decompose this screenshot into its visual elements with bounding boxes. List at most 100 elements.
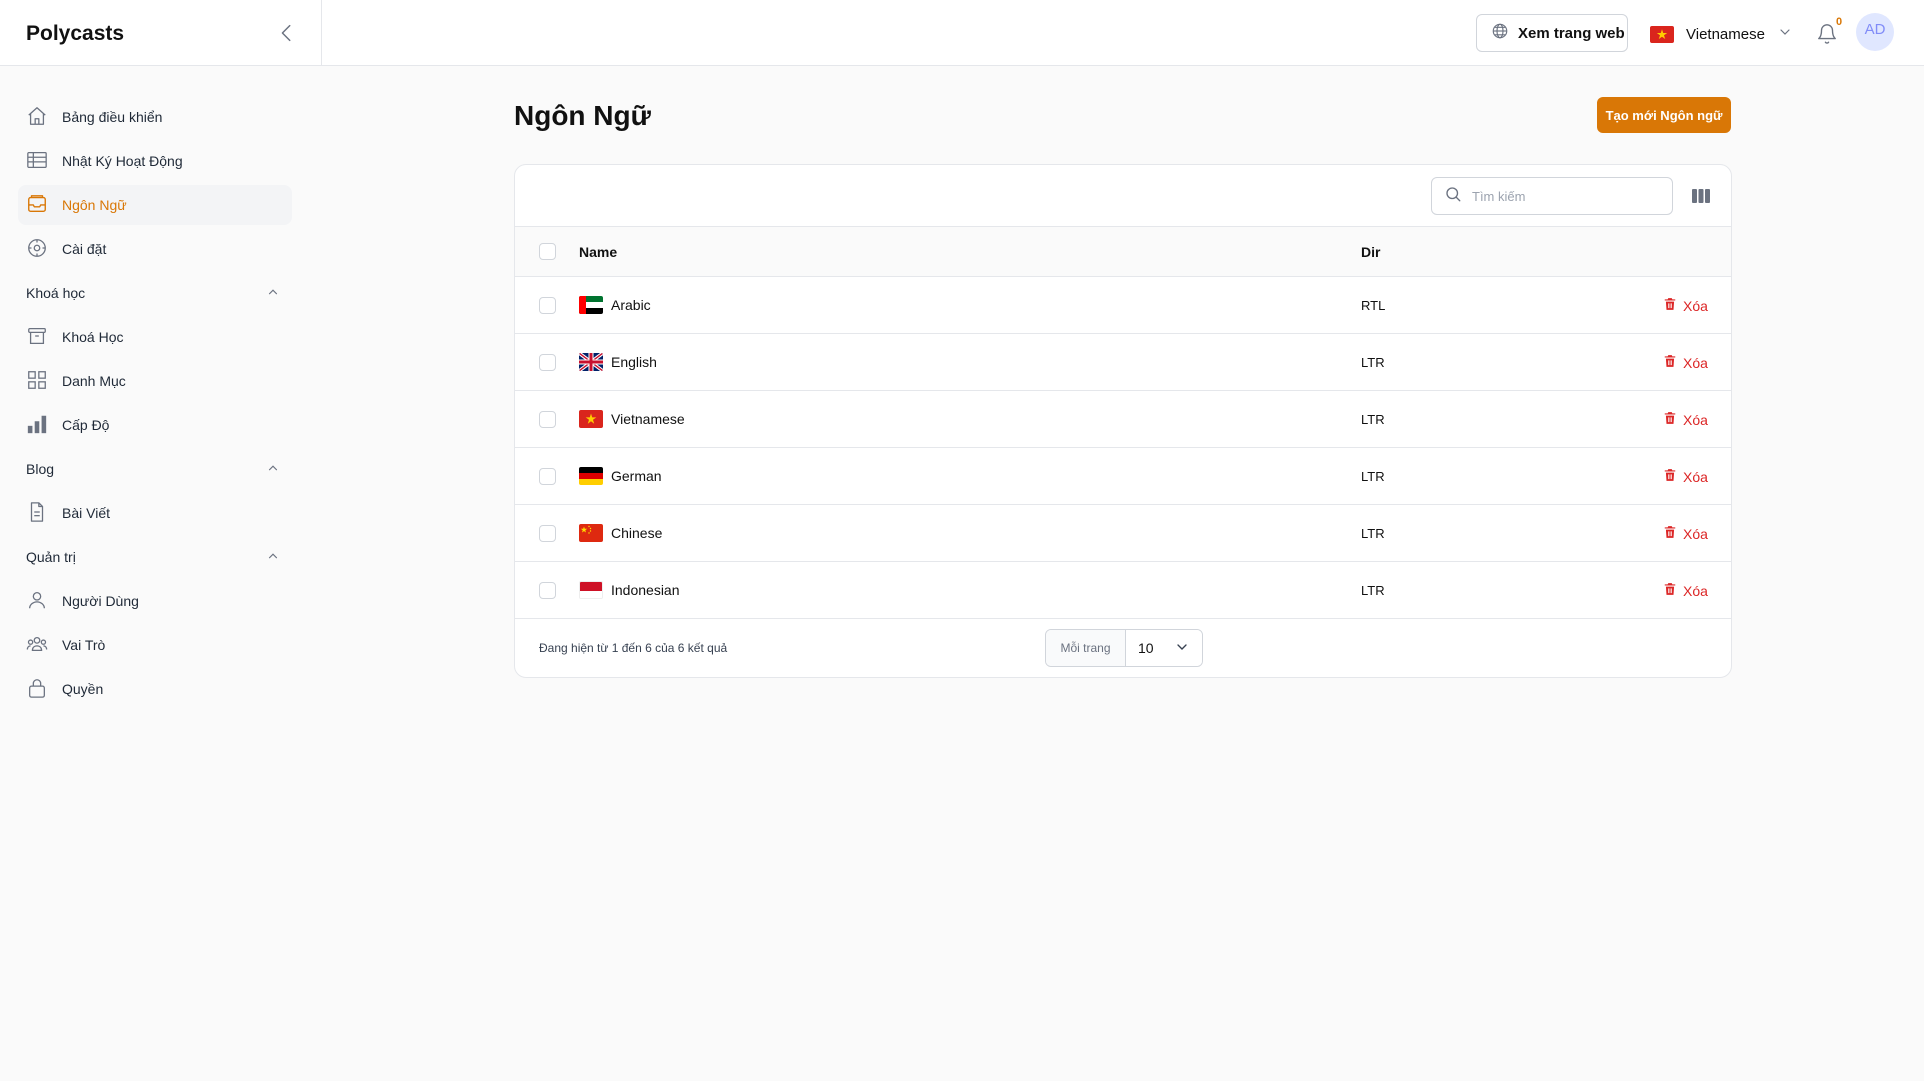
language-name: German <box>611 468 662 484</box>
group-label: Quản trị <box>26 549 76 565</box>
sidebar-item-levels[interactable]: Cấp Độ <box>18 405 292 445</box>
sidebar-item-dashboard[interactable]: Bảng điều khiển <box>18 97 292 137</box>
sidebar-item-users[interactable]: Người Dùng <box>18 581 292 621</box>
sidebar-item-label: Vai Trò <box>62 637 106 653</box>
row-checkbox[interactable] <box>539 468 556 485</box>
chevron-up-icon <box>266 461 280 478</box>
columns-toggle-icon[interactable] <box>1691 186 1711 206</box>
name-cell: Vietnamese <box>579 410 685 428</box>
sidebar-item-label: Cài đặt <box>62 241 107 257</box>
sidebar-item-settings[interactable]: Cài đặt <box>18 229 292 269</box>
sidebar-item-roles[interactable]: Vai Trò <box>18 625 292 665</box>
table-footer: Đang hiện từ 1 đến 6 của 6 kết quả Mỗi t… <box>515 617 1731 677</box>
delete-label: Xóa <box>1683 582 1708 599</box>
bar-chart-icon <box>26 413 48 438</box>
sidebar-item-label: Bài Viết <box>62 505 110 521</box>
delete-label: Xóa <box>1683 525 1708 542</box>
sidebar: Bảng điều khiển Nhật Ký Hoạt Động Ngôn N… <box>0 67 322 1081</box>
create-language-button[interactable]: Tạo mới Ngôn ngữ <box>1597 97 1731 133</box>
dir-cell: LTR <box>1361 526 1385 541</box>
language-name: Chinese <box>611 525 663 541</box>
language-label: Vietnamese <box>1686 25 1765 43</box>
table-row: Vietnamese LTR Xóa <box>515 391 1731 448</box>
user-icon <box>26 589 48 614</box>
trash-icon <box>1663 467 1677 486</box>
row-checkbox[interactable] <box>539 297 556 314</box>
dir-cell: LTR <box>1361 355 1385 370</box>
dir-cell: RTL <box>1361 298 1386 313</box>
per-page-label: Mỗi trang <box>1046 630 1126 666</box>
sidebar-item-activity-log[interactable]: Nhật Ký Hoạt Động <box>18 141 292 181</box>
per-page-control: Mỗi trang 10 <box>1045 629 1203 667</box>
trash-icon <box>1663 353 1677 372</box>
dir-cell: LTR <box>1361 583 1385 598</box>
avatar[interactable]: AD <box>1856 13 1894 51</box>
indonesia-flag-icon <box>579 581 603 599</box>
gear-icon <box>26 237 48 262</box>
per-page-value: 10 <box>1138 640 1154 656</box>
sidebar-item-posts[interactable]: Bài Viết <box>18 493 292 533</box>
sidebar-group-blog[interactable]: Blog <box>26 457 280 481</box>
sidebar-group-admin[interactable]: Quản trị <box>26 545 280 569</box>
delete-label: Xóa <box>1683 297 1708 314</box>
collapse-sidebar-icon[interactable] <box>276 22 298 44</box>
grid-icon <box>26 369 48 394</box>
sidebar-item-permissions[interactable]: Quyền <box>18 669 292 709</box>
search-box[interactable] <box>1431 177 1673 215</box>
search-input[interactable] <box>1472 188 1652 204</box>
sidebar-group-courses[interactable]: Khoá học <box>26 281 280 305</box>
view-site-button[interactable]: Xem trang web <box>1476 14 1628 52</box>
row-checkbox[interactable] <box>539 525 556 542</box>
delete-button[interactable]: Xóa <box>1663 410 1708 429</box>
row-checkbox[interactable] <box>539 411 556 428</box>
language-name: English <box>611 354 657 370</box>
delete-button[interactable]: Xóa <box>1663 296 1708 315</box>
column-header-name[interactable]: Name <box>579 244 617 260</box>
china-flag-icon <box>579 524 603 542</box>
vietnam-flag-icon <box>1650 25 1674 43</box>
sidebar-item-label: Người Dùng <box>62 593 139 609</box>
table-row: English LTR Xóa <box>515 334 1731 391</box>
delete-label: Xóa <box>1683 411 1708 428</box>
select-all-checkbox[interactable] <box>539 243 556 260</box>
sidebar-item-categories[interactable]: Danh Mục <box>18 361 292 401</box>
name-cell: German <box>579 467 662 485</box>
sidebar-item-courses[interactable]: Khoá Học <box>18 317 292 357</box>
archive-icon <box>26 325 48 350</box>
per-page-select[interactable]: 10 <box>1126 630 1202 666</box>
table-row: Indonesian LTR Xóa <box>515 562 1731 619</box>
delete-button[interactable]: Xóa <box>1663 353 1708 372</box>
dir-cell: LTR <box>1361 469 1385 484</box>
delete-button[interactable]: Xóa <box>1663 524 1708 543</box>
column-header-dir[interactable]: Dir <box>1361 244 1380 260</box>
sidebar-item-label: Danh Mục <box>62 373 126 389</box>
bell-icon[interactable] <box>1816 22 1838 46</box>
chevron-up-icon <box>266 285 280 302</box>
trash-icon <box>1663 524 1677 543</box>
delete-button[interactable]: Xóa <box>1663 467 1708 486</box>
table-toolbar <box>515 165 1731 227</box>
row-checkbox[interactable] <box>539 582 556 599</box>
brand-logo[interactable]: Polycasts <box>26 22 124 46</box>
sidebar-item-languages[interactable]: Ngôn Ngữ <box>18 185 292 225</box>
name-cell: English <box>579 353 657 371</box>
app-page: Polycasts Xem trang web Vietnamese 0 AD <box>0 0 1924 1081</box>
language-switcher[interactable]: Vietnamese <box>1650 20 1793 48</box>
lock-icon <box>26 677 48 702</box>
group-label: Blog <box>26 461 55 477</box>
name-cell: Arabic <box>579 296 651 314</box>
sidebar-item-label: Khoá Học <box>62 329 124 345</box>
home-icon <box>26 105 48 130</box>
vietnam-flag-icon <box>579 410 603 428</box>
sidebar-item-label: Nhật Ký Hoạt Động <box>62 153 183 169</box>
users-icon <box>26 633 48 658</box>
germany-flag-icon <box>579 467 603 485</box>
table-header: Name Dir <box>515 227 1731 277</box>
table-row: Arabic RTL Xóa <box>515 277 1731 334</box>
delete-button[interactable]: Xóa <box>1663 581 1708 600</box>
language-name: Vietnamese <box>611 411 685 427</box>
row-checkbox[interactable] <box>539 354 556 371</box>
languages-table-card: Name Dir Arabic RTL Xóa <box>514 164 1732 678</box>
dir-cell: LTR <box>1361 412 1385 427</box>
brand-area: Polycasts <box>0 0 322 66</box>
